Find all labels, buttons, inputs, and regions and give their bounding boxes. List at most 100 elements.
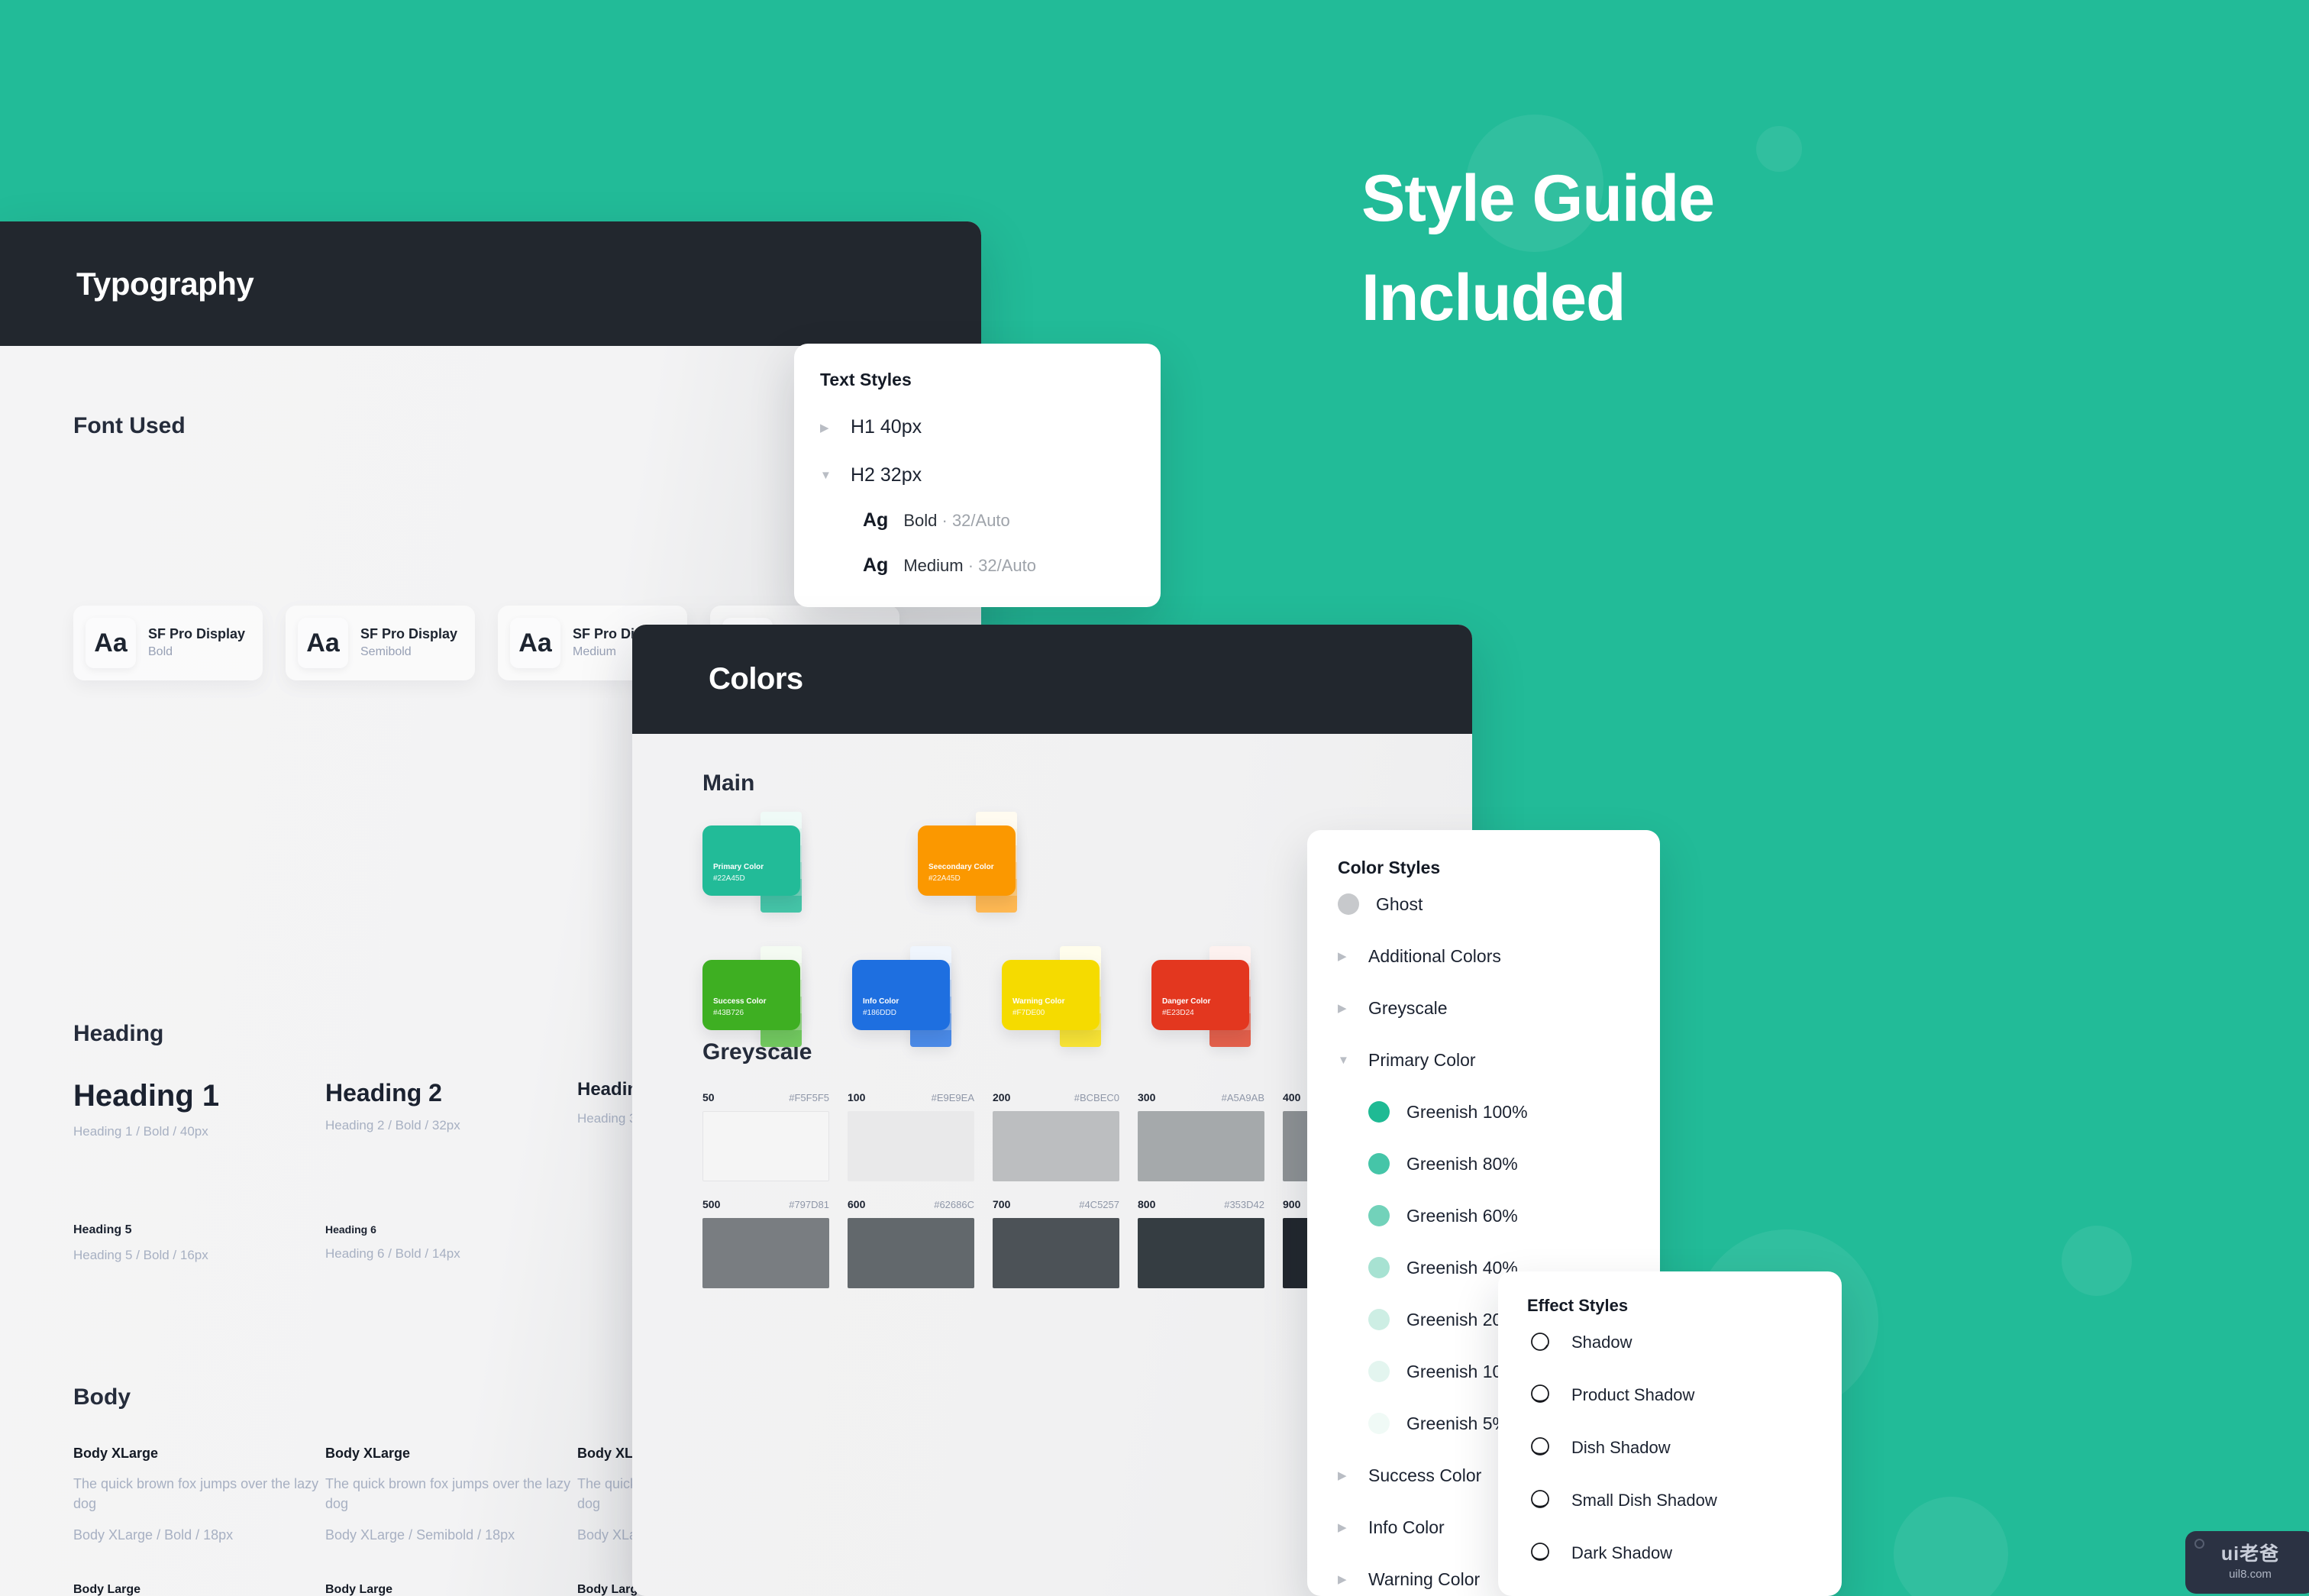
- heading-section-heading: Heading: [73, 1021, 164, 1046]
- heading-meta: Heading 6 / Bold / 14px: [325, 1246, 460, 1261]
- color-swatch[interactable]: Danger Color #E23D24: [1151, 946, 1251, 1047]
- greyscale-step: 900: [1283, 1198, 1301, 1210]
- color-swatch[interactable]: Warning Color #F7DE00: [1002, 946, 1101, 1047]
- greyscale-cell[interactable]: 50 #F5F5F5: [702, 1091, 848, 1181]
- greyscale-box: [993, 1218, 1119, 1288]
- effect-style-item-dish-shadow[interactable]: Dish Shadow: [1527, 1421, 1842, 1474]
- font-glyph-icon: Aa: [86, 618, 136, 668]
- color-chip[interactable]: Danger Color #E23D24: [1151, 960, 1249, 1030]
- greyscale-hex: #A5A9AB: [1221, 1092, 1264, 1103]
- color-swatch[interactable]: Primary Color #22A45D: [702, 812, 802, 913]
- color-name: Primary Color: [713, 863, 764, 871]
- greyscale-hex: #4C5257: [1079, 1199, 1119, 1210]
- effect-style-item-shadow[interactable]: Shadow: [1527, 1316, 1842, 1368]
- color-chip[interactable]: Warning Color #F7DE00: [1002, 960, 1100, 1030]
- color-style-item[interactable]: Greenish 100%: [1338, 1086, 1660, 1138]
- chevron-right-icon[interactable]: ▶: [1338, 1572, 1368, 1586]
- chevron-down-icon[interactable]: ▼: [820, 469, 851, 482]
- greyscale-cell[interactable]: 100 #E9E9EA: [848, 1091, 993, 1181]
- color-dot-icon: [1368, 1413, 1390, 1434]
- text-style-item-h1[interactable]: ▶ H1 40px: [820, 416, 1161, 438]
- font-used-heading: Font Used: [73, 413, 186, 438]
- body-label: Body XLarge: [73, 1446, 159, 1461]
- font-weight: Semibold: [360, 645, 412, 659]
- greyscale-box: [1138, 1218, 1264, 1288]
- text-style-name: H2 32px: [851, 464, 922, 486]
- chevron-right-icon[interactable]: ▶: [1338, 1001, 1368, 1015]
- screenshot-stage: Style Guide Included Typography Font Use…: [0, 0, 2309, 1596]
- variant-spec: 32/Auto: [951, 511, 1010, 530]
- effect-styles-title: Effect Styles: [1527, 1296, 1629, 1315]
- color-swatch[interactable]: Info Color #186DDD: [852, 946, 951, 1047]
- text-styles-title: Text Styles: [820, 370, 912, 389]
- chevron-right-icon[interactable]: ▶: [820, 421, 851, 435]
- font-glyph-icon: Aa: [298, 618, 348, 668]
- greyscale-cell[interactable]: 700 #4C5257: [993, 1198, 1138, 1288]
- effect-style-label: Dish Shadow: [1571, 1437, 1671, 1457]
- text-style-variant[interactable]: Ag Bold · 32/Auto: [820, 509, 1161, 531]
- color-chip[interactable]: Success Color #43B726: [702, 960, 800, 1030]
- color-swatch[interactable]: Seecondary Color #22A45D: [918, 812, 1017, 913]
- effect-style-label: Product Shadow: [1571, 1384, 1695, 1404]
- color-chip[interactable]: Primary Color #22A45D: [702, 825, 800, 896]
- greyscale-cell[interactable]: 500 #797D81: [702, 1198, 848, 1288]
- effect-style-item-dark-shadow[interactable]: Dark Shadow: [1527, 1527, 1842, 1579]
- color-chip[interactable]: Seecondary Color #22A45D: [918, 825, 1016, 896]
- font-weight: Bold: [148, 645, 173, 659]
- color-swatch[interactable]: Success Color #43B726: [702, 946, 802, 1047]
- font-card[interactable]: Aa SF Pro Display Bold: [73, 606, 263, 680]
- chevron-right-icon[interactable]: ▶: [1338, 949, 1368, 963]
- ag-sample-icon: Ag: [863, 509, 889, 531]
- chevron-right-icon[interactable]: ▶: [1338, 1468, 1368, 1482]
- text-style-item-h2[interactable]: ▼ H2 32px: [820, 464, 1161, 486]
- variant-weight: Bold: [903, 511, 938, 530]
- chevron-right-icon[interactable]: ▶: [1338, 1520, 1368, 1534]
- body-cell: Body XLarge The quick brown fox jumps ov…: [325, 1446, 577, 1543]
- greyscale-step: 800: [1138, 1198, 1156, 1210]
- color-dot-icon: [1368, 1361, 1390, 1382]
- greyscale-cell[interactable]: 600 #62686C: [848, 1198, 993, 1288]
- heading-sample: Heading 2: [325, 1079, 442, 1107]
- greyscale-cell[interactable]: 800 #353D42: [1138, 1198, 1283, 1288]
- status-swatch-row: Success Color #43B726 Info Color #186DDD: [702, 946, 1251, 1047]
- dark-shadow-icon: [1527, 1541, 1559, 1565]
- effect-style-item-small-dish-shadow[interactable]: Small Dish Shadow: [1527, 1474, 1842, 1527]
- color-style-label: Warning Color: [1368, 1569, 1481, 1589]
- color-style-group-greyscale[interactable]: ▶ Greyscale: [1338, 982, 1660, 1034]
- color-style-group-additional[interactable]: ▶ Additional Colors: [1338, 930, 1660, 982]
- text-styles-panel: Text Styles ▶ H1 40px ▼ H2 32px Ag Bold …: [794, 344, 1161, 607]
- body-label: Body Large: [73, 1583, 141, 1596]
- color-dot-icon: [1338, 893, 1359, 915]
- color-style-group-primary[interactable]: ▼ Primary Color: [1338, 1034, 1660, 1086]
- color-chip[interactable]: Info Color #186DDD: [852, 960, 950, 1030]
- text-style-variant[interactable]: Ag Medium · 32/Auto: [820, 554, 1161, 577]
- watermark-brand: ui老爸: [2220, 1543, 2280, 1565]
- greyscale-step: 700: [993, 1198, 1011, 1210]
- ag-sample-icon: Ag: [863, 554, 889, 576]
- body-label: Body XLarge: [325, 1446, 411, 1461]
- heading-cell: Heading 5 Heading 5 / Bold / 16px: [73, 1223, 325, 1263]
- chevron-down-icon[interactable]: ▼: [1338, 1054, 1368, 1067]
- color-style-label: Ghost: [1376, 893, 1423, 914]
- heading-sample: Heading 1: [73, 1079, 220, 1113]
- greyscale-hex: #BCBEC0: [1074, 1092, 1119, 1103]
- greyscale-cell[interactable]: 200 #BCBEC0: [993, 1091, 1138, 1181]
- color-style-item-ghost[interactable]: Ghost: [1338, 878, 1660, 930]
- effect-style-item-product-shadow[interactable]: Product Shadow: [1527, 1368, 1842, 1421]
- font-card[interactable]: Aa SF Pro Display Semibold: [286, 606, 475, 680]
- greyscale-box: [848, 1111, 974, 1181]
- body-cell: Body Large The quick brown fox jumps ove…: [325, 1583, 577, 1596]
- hero-line-2: Included: [1361, 261, 1626, 335]
- variant-weight: Medium: [903, 556, 964, 575]
- color-name: Info Color: [863, 997, 899, 1006]
- color-style-item[interactable]: Greenish 60%: [1338, 1190, 1660, 1242]
- color-style-item[interactable]: Greenish 80%: [1338, 1138, 1660, 1190]
- greyscale-step: 100: [848, 1091, 866, 1103]
- color-name: Danger Color: [1162, 997, 1211, 1006]
- greyscale-cell[interactable]: 300 #A5A9AB: [1138, 1091, 1283, 1181]
- heading-meta: Heading 2 / Bold / 32px: [325, 1118, 460, 1132]
- bg-circle-4: [2062, 1226, 2132, 1296]
- greyscale-step: 500: [702, 1198, 721, 1210]
- color-dot-icon: [1368, 1205, 1390, 1226]
- color-style-label: Greyscale: [1368, 997, 1448, 1018]
